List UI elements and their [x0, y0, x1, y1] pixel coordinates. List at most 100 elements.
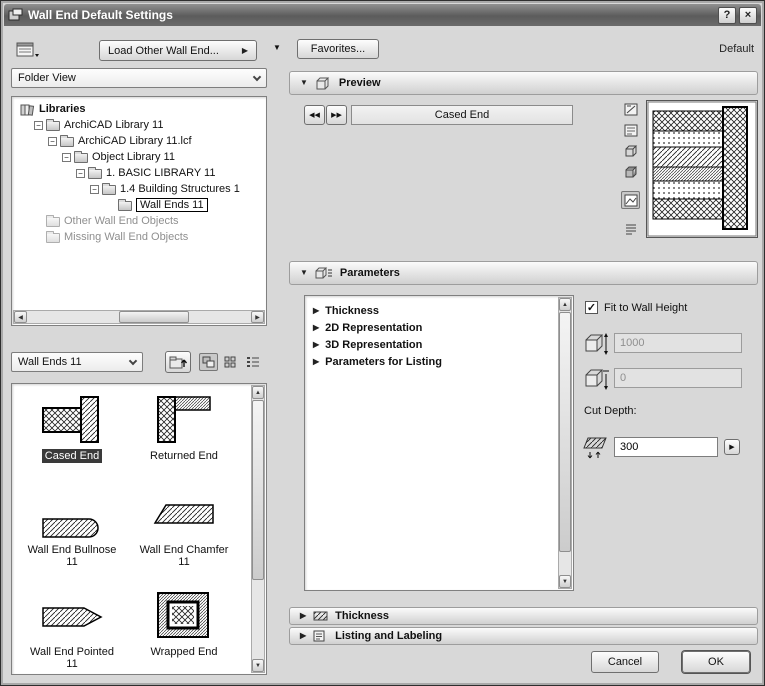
folder-view-combo[interactable]: Folder View	[11, 68, 267, 88]
cut-depth-options-button[interactable]: ▶	[724, 439, 740, 455]
tree-item-label: ArchiCAD Library 11	[64, 119, 163, 131]
parameters-vertical-scrollbar[interactable]: ▲ ▼	[558, 297, 572, 589]
collapse-node-icon[interactable]: −	[48, 137, 57, 146]
list-item-cased-end[interactable]: Cased End	[16, 392, 128, 463]
parameters-section-header[interactable]: ▼ Parameters	[289, 261, 758, 285]
tree-item-label: ArchiCAD Library 11.lcf	[78, 135, 192, 147]
collapse-left-panel-icon: ▼	[273, 43, 281, 52]
collapse-node-icon[interactable]: −	[76, 169, 85, 178]
wall-end-chamfer-thumbnail	[152, 488, 216, 540]
section-collapsed-icon: ▶	[300, 612, 306, 620]
tree-item-missing-wall-end-objects[interactable]: Missing Wall End Objects	[14, 229, 264, 245]
scroll-right-button[interactable]: ▶	[251, 311, 264, 323]
row-arrow-icon: ▶	[313, 341, 319, 349]
collapse-node-icon[interactable]: −	[62, 153, 71, 162]
list-item-returned-end[interactable]: Returned End	[128, 392, 240, 463]
thickness-section-header[interactable]: ▶ Thickness	[289, 607, 758, 625]
collapse-left-panel-button[interactable]: ▼	[271, 42, 283, 52]
tree-item-other-wall-end-objects[interactable]: Other Wall End Objects	[14, 213, 264, 229]
ok-button-label: OK	[708, 656, 724, 668]
details-list-icon	[246, 356, 260, 368]
cut-depth-input[interactable]	[614, 437, 718, 457]
scroll-up-button[interactable]: ▲	[559, 298, 571, 311]
library-view-options-button[interactable]	[15, 41, 41, 61]
scrollbar-thumb[interactable]	[252, 400, 264, 580]
returned-end-thumbnail	[152, 392, 216, 446]
load-other-wall-end-button[interactable]: Load Other Wall End... ▶	[99, 40, 257, 61]
next-item-icon: ▶▶	[331, 111, 342, 119]
close-button[interactable]: ×	[739, 7, 757, 24]
collapse-node-icon[interactable]: −	[90, 185, 99, 194]
list-item-wall-end-bullnose[interactable]: Wall End Bullnose 11	[16, 488, 128, 569]
tree-item-wall-ends-11[interactable]: Wall Ends 11	[14, 197, 264, 213]
folder-up-icon	[169, 355, 187, 369]
ok-button[interactable]: OK	[682, 651, 750, 673]
tree-item-object-library-11[interactable]: − Object Library 11	[14, 149, 264, 165]
base-offset-input[interactable]	[614, 368, 742, 388]
preview-3d-wireframe-button[interactable]	[622, 143, 640, 160]
tree-horizontal-scrollbar[interactable]: ◀ ▶	[13, 310, 265, 324]
tree-item-libraries[interactable]: Libraries	[14, 101, 264, 117]
library-view-options-icon	[16, 42, 40, 60]
preview-3d-wireframe-icon	[624, 145, 638, 158]
parameter-parameters-for-listing[interactable]: ▶ Parameters for Listing	[305, 353, 573, 370]
scroll-down-button[interactable]: ▼	[252, 659, 264, 672]
scroll-right-icon: ▶	[255, 314, 260, 321]
preview-info-button[interactable]	[622, 221, 640, 238]
tree-item-archicad-library-11-lcf[interactable]: − ArchiCAD Library 11.lcf	[14, 133, 264, 149]
preview-2d-fullview-button[interactable]	[622, 122, 640, 139]
help-button[interactable]: ?	[718, 7, 736, 24]
cut-depth-options-icon: ▶	[729, 443, 734, 451]
parameter-2d-representation[interactable]: ▶ 2D Representation	[305, 319, 573, 336]
preview-2d-symbol-button[interactable]	[622, 101, 640, 118]
parameter-thickness[interactable]: ▶ Thickness	[305, 302, 573, 319]
library-folder-combo[interactable]: Wall Ends 11	[11, 352, 143, 372]
scroll-up-icon: ▲	[562, 302, 568, 308]
wall-height-icon	[583, 330, 611, 358]
scrollbar-thumb[interactable]	[119, 311, 189, 323]
next-item-button[interactable]: ▶▶	[326, 105, 347, 125]
folder-icon	[74, 153, 88, 163]
preview-picture-button[interactable]	[621, 191, 640, 209]
scroll-down-button[interactable]: ▼	[559, 575, 571, 588]
details-view-button[interactable]	[243, 353, 263, 371]
scroll-left-button[interactable]: ◀	[14, 311, 27, 323]
current-item-name-field: Cased End	[351, 105, 573, 125]
fit-to-wall-height-checkbox[interactable]: ✓	[585, 301, 598, 314]
preview-2d-fullview-icon	[624, 124, 638, 137]
tree-item-basic-library-11[interactable]: − 1. BASIC LIBRARY 11	[14, 165, 264, 181]
thickness-section-icon	[313, 610, 328, 622]
large-icons-view-button[interactable]	[199, 353, 218, 371]
item-grid-vertical-scrollbar[interactable]: ▲ ▼	[251, 385, 265, 673]
preview-3d-shaded-button[interactable]	[622, 164, 640, 181]
cancel-button-label: Cancel	[608, 656, 642, 668]
preview-section-header[interactable]: ▼ Preview	[289, 71, 758, 95]
collapse-node-icon[interactable]: −	[34, 121, 43, 130]
tree-item-archicad-library-11[interactable]: − ArchiCAD Library 11	[14, 117, 264, 133]
cased-end-preview-drawing	[647, 101, 757, 237]
previous-item-icon: ◀◀	[309, 111, 320, 119]
scroll-up-icon: ▲	[255, 390, 261, 396]
preview-2d-symbol-icon	[624, 103, 638, 116]
chevron-down-icon	[129, 356, 137, 364]
favorites-button[interactable]: Favorites...	[297, 39, 379, 59]
list-item-wrapped-end[interactable]: Wrapped End	[128, 590, 240, 659]
up-one-level-button[interactable]	[165, 351, 191, 373]
preview-image	[646, 100, 758, 238]
preview-picture-icon	[624, 194, 638, 207]
scrollbar-thumb[interactable]	[559, 312, 571, 552]
titlebar[interactable]: Wall End Default Settings ? ×	[4, 4, 761, 26]
small-icons-view-button[interactable]	[220, 353, 239, 371]
parameter-label: 2D Representation	[325, 322, 422, 334]
wall-height-input[interactable]	[614, 333, 742, 353]
parameter-3d-representation[interactable]: ▶ 3D Representation	[305, 336, 573, 353]
scroll-left-icon: ◀	[18, 314, 23, 321]
scroll-up-button[interactable]: ▲	[252, 386, 264, 399]
tree-item-building-structures[interactable]: − 1.4 Building Structures 1	[14, 181, 264, 197]
list-item-wall-end-pointed[interactable]: Wall End Pointed 11	[16, 592, 128, 671]
listing-and-labeling-section-header[interactable]: ▶ Listing and Labeling	[289, 627, 758, 645]
library-folder-combo-value: Wall Ends 11	[18, 356, 82, 368]
cancel-button[interactable]: Cancel	[591, 651, 659, 673]
list-item-wall-end-chamfer[interactable]: Wall End Chamfer 11	[128, 488, 240, 569]
previous-item-button[interactable]: ◀◀	[304, 105, 325, 125]
